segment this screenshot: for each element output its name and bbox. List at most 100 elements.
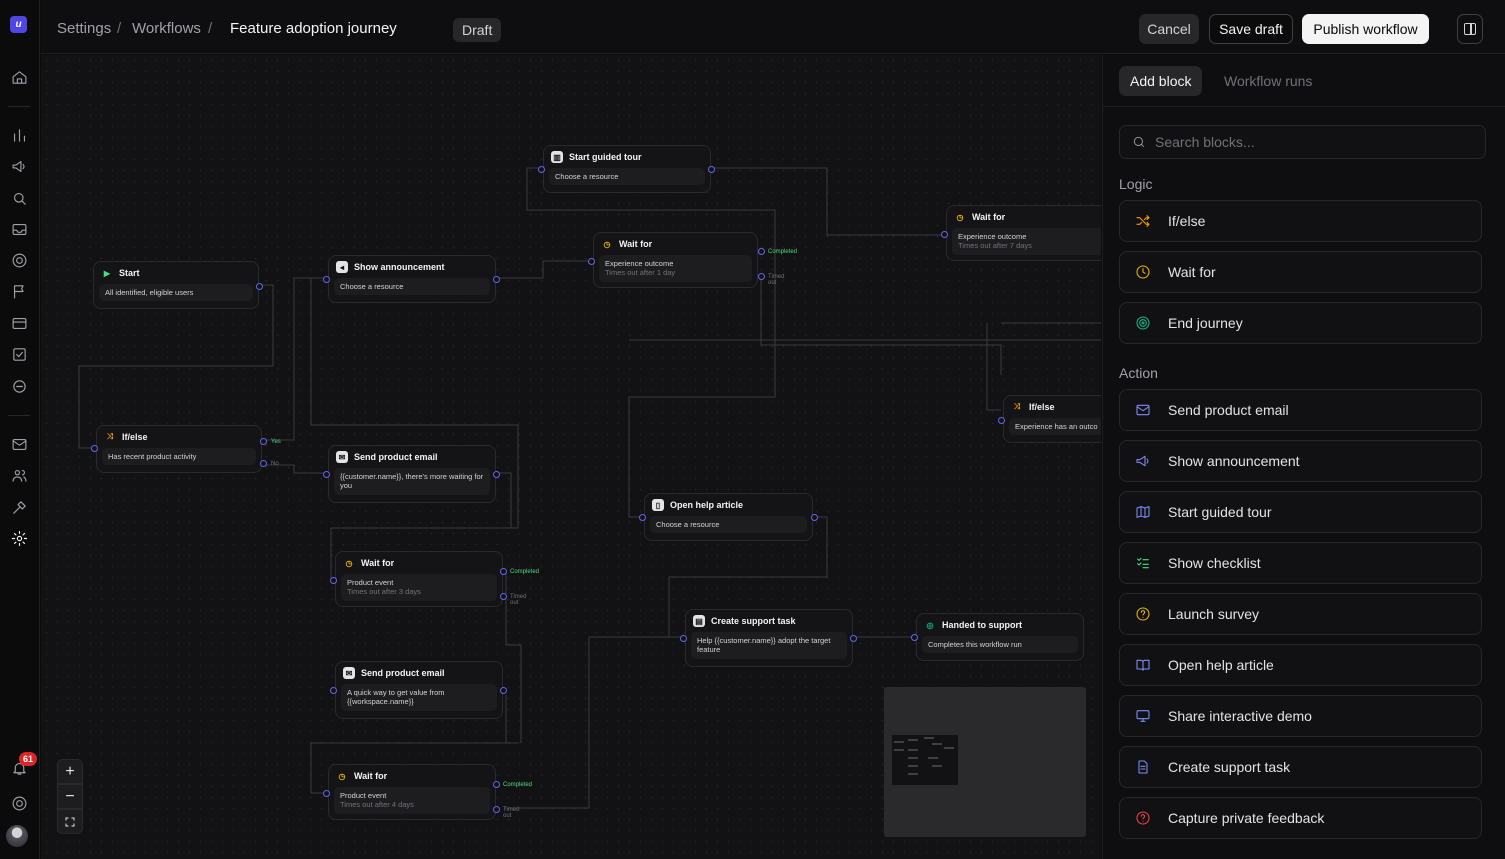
no-port[interactable]: [260, 460, 267, 467]
block-show-announcement[interactable]: Show announcement: [1119, 440, 1482, 482]
analytics-icon[interactable]: [8, 124, 30, 146]
breadcrumb-settings[interactable]: Settings: [57, 20, 111, 37]
node-ifelse[interactable]: ⤨ If/else Experience has an outco: [998, 395, 1101, 443]
home-icon[interactable]: [8, 66, 30, 88]
block-launch-survey[interactable]: Launch survey: [1119, 593, 1482, 635]
zoom-out-button[interactable]: −: [57, 784, 83, 809]
input-port[interactable]: [998, 417, 1005, 424]
fit-view-button[interactable]: [57, 809, 83, 834]
node-send-product-email[interactable]: ✉ Send product email {{customer.name}}, t…: [323, 445, 500, 503]
search-input[interactable]: [1155, 134, 1475, 150]
input-port[interactable]: [538, 166, 545, 173]
node-wait-for[interactable]: ◷ Wait for Experience outcome Times out af…: [941, 205, 1101, 261]
timed-out-port[interactable]: [493, 806, 500, 813]
completed-port[interactable]: [500, 568, 507, 575]
settings-gear-icon[interactable]: [8, 527, 30, 549]
block-show-checklist[interactable]: Show checklist: [1119, 542, 1482, 584]
block-start-guided-tour[interactable]: Start guided tour: [1119, 491, 1482, 533]
output-port[interactable]: [850, 635, 857, 642]
node-create-support-task[interactable]: ▤ Create support task Help {{customer.nam…: [680, 609, 857, 667]
output-port[interactable]: [493, 276, 500, 283]
search-box[interactable]: [1119, 125, 1486, 159]
mail-icon[interactable]: [8, 433, 30, 455]
block-create-support-task[interactable]: Create support task: [1119, 746, 1482, 788]
app-logo[interactable]: u: [10, 16, 27, 33]
block-if-else[interactable]: If/else: [1119, 200, 1482, 242]
rail-divider: [8, 106, 30, 107]
node-wait-for[interactable]: ◷ Wait for Experience outcome Times out af…: [588, 232, 797, 288]
timed-out-port[interactable]: [500, 593, 507, 600]
left-rail: u 61: [0, 0, 40, 859]
node-wait-for[interactable]: ◷ Wait for Product event Times out after 3…: [330, 551, 539, 607]
input-port[interactable]: [323, 471, 330, 478]
input-port[interactable]: [323, 790, 330, 797]
tab-add-block[interactable]: Add block: [1119, 66, 1203, 96]
toggle-panel-button[interactable]: [1457, 14, 1483, 44]
block-label: Share interactive demo: [1168, 708, 1312, 724]
zoom-in-button[interactable]: +: [57, 759, 83, 784]
input-port[interactable]: [588, 258, 595, 265]
node-wait-for[interactable]: ◷ Wait for Product event Times out after 4…: [323, 764, 532, 820]
card-icon[interactable]: [8, 312, 30, 334]
megaphone-icon[interactable]: [8, 155, 30, 177]
help-circle-icon[interactable]: [8, 249, 30, 271]
input-port[interactable]: [91, 445, 98, 452]
node-ifelse[interactable]: ⤨ If/else Has recent product activity Yes…: [91, 425, 281, 473]
completed-port[interactable]: [758, 248, 765, 255]
node-start-guided-tour[interactable]: ▥ Start guided tour Choose a resource: [538, 145, 715, 193]
node-title: Start: [119, 268, 140, 278]
input-port[interactable]: [911, 634, 918, 641]
node-send-product-email[interactable]: ✉ Send product email A quick way to get v…: [330, 661, 507, 719]
block-open-help-article[interactable]: Open help article: [1119, 644, 1482, 686]
node-title: Send product email: [354, 452, 438, 462]
yes-port[interactable]: [260, 438, 267, 445]
page-title[interactable]: Feature adoption journey: [230, 20, 397, 37]
tab-workflow-runs[interactable]: Workflow runs: [1213, 66, 1323, 96]
block-wait-for[interactable]: Wait for: [1119, 251, 1482, 293]
input-port[interactable]: [941, 231, 948, 238]
block-send-product-email[interactable]: Send product email: [1119, 389, 1482, 431]
input-port[interactable]: [323, 276, 330, 283]
timed-out-label: Timed out: [503, 807, 520, 819]
search-chat-icon[interactable]: [8, 187, 30, 209]
output-port[interactable]: [708, 166, 715, 173]
input-port[interactable]: [330, 577, 337, 584]
breadcrumb-workflows[interactable]: Workflows: [132, 20, 201, 37]
output-port[interactable]: [256, 283, 263, 290]
node-body: {{customer.name}}, there's more waiting …: [334, 468, 490, 495]
tools-icon[interactable]: [8, 496, 30, 518]
input-port[interactable]: [680, 635, 687, 642]
save-draft-button[interactable]: Save draft: [1209, 14, 1293, 44]
node-show-announcement[interactable]: ◂ Show announcement Choose a resource: [323, 255, 500, 303]
inbox-icon[interactable]: [8, 218, 30, 240]
block-label: Send product email: [1168, 402, 1289, 418]
timed-out-port[interactable]: [758, 273, 765, 280]
node-start[interactable]: ▶ Start All identified, eligible users: [93, 261, 263, 309]
output-port[interactable]: [811, 514, 818, 521]
avatar[interactable]: [6, 825, 28, 847]
users-icon[interactable]: [8, 464, 30, 486]
checklist-icon[interactable]: [8, 343, 30, 365]
input-port[interactable]: [330, 687, 337, 694]
block-share-interactive-demo[interactable]: Share interactive demo: [1119, 695, 1482, 737]
node-handed-to-support[interactable]: ◎ Handed to support Completes this workfl…: [911, 613, 1084, 661]
node-open-help-article[interactable]: ▯ Open help article Choose a resource: [639, 493, 818, 541]
workflow-canvas[interactable]: ▶ Start All identified, eligible users ⤨ I…: [41, 55, 1101, 859]
node-title: Show announcement: [354, 262, 445, 272]
output-port[interactable]: [493, 471, 500, 478]
cancel-button[interactable]: Cancel: [1139, 14, 1199, 44]
output-port[interactable]: [500, 687, 507, 694]
block-end-journey[interactable]: End journey: [1119, 302, 1482, 344]
completed-port[interactable]: [493, 781, 500, 788]
input-port[interactable]: [639, 514, 646, 521]
support-icon[interactable]: [8, 792, 30, 814]
node-body: Experience outcome Times out after 7 days: [952, 228, 1101, 255]
publish-workflow-button[interactable]: Publish workflow: [1302, 14, 1429, 44]
chat-icon[interactable]: [8, 375, 30, 397]
block-label: End journey: [1168, 315, 1243, 331]
minimap[interactable]: [884, 687, 1086, 837]
flag-icon[interactable]: [8, 280, 30, 302]
top-header: Settings / Workflows / Feature adoption …: [41, 0, 1505, 54]
block-capture-private-feedback[interactable]: Capture private feedback: [1119, 797, 1482, 839]
node-title: If/else: [1029, 402, 1055, 412]
